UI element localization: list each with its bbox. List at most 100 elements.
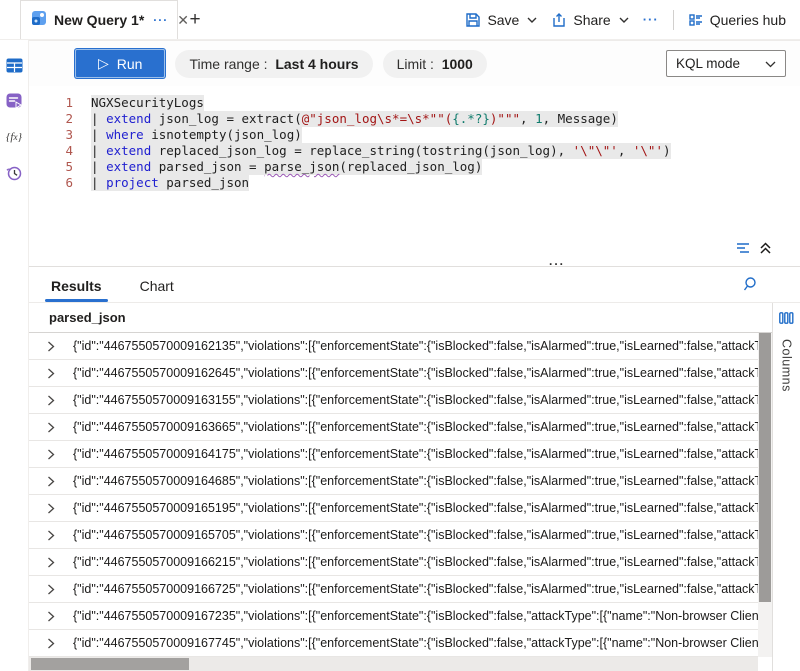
run-label: Run	[117, 56, 143, 72]
expand-row-icon[interactable]	[29, 557, 73, 568]
table-row[interactable]: {"id":"4467550570009167745","violations"…	[29, 630, 758, 657]
functions-icon[interactable]: {fx}	[5, 128, 23, 146]
code-line[interactable]: 3| where isnotempty(json_log)	[29, 127, 800, 143]
kql-editor[interactable]: 1NGXSecurityLogs2| extend json_log = ext…	[29, 86, 800, 239]
new-tab-button[interactable]: +	[178, 0, 212, 39]
expand-row-icon[interactable]	[29, 422, 73, 433]
query-toolbar: ▷ Run Time range : Last 4 hours Limit : …	[29, 40, 800, 86]
table-row[interactable]: {"id":"4467550570009166215","violations"…	[29, 549, 758, 576]
save-button[interactable]: Save	[465, 12, 537, 28]
collapse-editor-icon[interactable]	[759, 242, 772, 260]
expand-row-icon[interactable]	[29, 638, 73, 649]
tab-chart[interactable]: Chart	[138, 269, 176, 301]
columns-side-panel[interactable]: Columns	[772, 303, 800, 671]
parsed-json-cell: {"id":"4467550570009167235","violations"…	[73, 609, 758, 623]
expand-row-icon[interactable]	[29, 395, 73, 406]
line-number: 6	[29, 175, 91, 191]
expand-row-icon[interactable]	[29, 476, 73, 487]
parsed-json-cell: {"id":"4467550570009167745","violations"…	[73, 636, 758, 650]
queries-hub-label: Queries hub	[710, 12, 786, 28]
save-label: Save	[487, 12, 519, 28]
left-rail: {fx}	[0, 40, 28, 671]
expand-row-icon[interactable]	[29, 530, 73, 541]
code-line[interactable]: 1NGXSecurityLogs	[29, 95, 800, 111]
code-text: NGXSecurityLogs	[91, 95, 204, 111]
share-icon	[551, 12, 567, 28]
parsed-json-cell: {"id":"4467550570009166725","violations"…	[73, 582, 758, 596]
parsed-json-cell: {"id":"4467550570009162135","violations"…	[73, 339, 758, 353]
vertical-scrollbar-thumb[interactable]	[759, 333, 771, 602]
expand-row-icon[interactable]	[29, 449, 73, 460]
search-icon[interactable]	[743, 276, 760, 298]
parsed-json-cell: {"id":"4467550570009166215","violations"…	[73, 555, 758, 569]
expand-row-icon[interactable]	[29, 341, 73, 352]
expand-row-icon[interactable]	[29, 368, 73, 379]
tab-title: New Query 1*	[54, 12, 144, 28]
line-number: 5	[29, 159, 91, 175]
table-row[interactable]: {"id":"4467550570009162135","violations"…	[29, 333, 758, 360]
resize-handle[interactable]: ...	[549, 254, 565, 268]
parsed-json-cell: {"id":"4467550570009163665","violations"…	[73, 420, 758, 434]
queries-hub-button[interactable]: Queries hub	[688, 12, 786, 28]
code-line[interactable]: 2| extend json_log = extract(@"json_log\…	[29, 111, 800, 127]
columns-icon	[779, 311, 794, 329]
tab-more-icon[interactable]: ···	[153, 13, 168, 27]
run-button[interactable]: ▷ Run	[75, 49, 165, 78]
history-icon[interactable]	[5, 164, 23, 182]
line-number: 3	[29, 127, 91, 143]
vertical-scrollbar[interactable]	[758, 333, 772, 657]
play-icon: ▷	[98, 55, 109, 72]
horizontal-scrollbar-thumb[interactable]	[31, 658, 189, 670]
line-number: 2	[29, 111, 91, 127]
parsed-json-cell: {"id":"4467550570009163155","violations"…	[73, 393, 758, 407]
chevron-down-icon	[619, 17, 629, 23]
top-bar: New Query 1* ··· ✕ + Save	[0, 0, 800, 40]
tab-results[interactable]: Results	[49, 269, 104, 301]
divider	[673, 10, 674, 30]
table-row[interactable]: {"id":"4467550570009163155","violations"…	[29, 387, 758, 414]
expand-row-icon[interactable]	[29, 611, 73, 622]
queries-hub-icon	[688, 12, 704, 28]
table-row[interactable]: {"id":"4467550570009165705","violations"…	[29, 522, 758, 549]
result-rows: {"id":"4467550570009162135","violations"…	[29, 333, 758, 657]
time-range-pill[interactable]: Time range : Last 4 hours	[175, 50, 372, 78]
kql-mode-select[interactable]: KQL mode	[666, 50, 786, 77]
query-panel: ▷ Run Time range : Last 4 hours Limit : …	[28, 40, 800, 671]
table-row[interactable]: {"id":"4467550570009164685","violations"…	[29, 468, 758, 495]
limit-pill[interactable]: Limit : 1000	[383, 50, 487, 78]
results-panel: Results Chart parsed_json {"id":"4467550…	[29, 267, 800, 671]
parsed-json-cell: {"id":"4467550570009165705","violations"…	[73, 528, 758, 542]
app-window: New Query 1* ··· ✕ + Save	[0, 0, 800, 671]
columns-panel-label: Columns	[780, 339, 794, 392]
more-actions-button[interactable]: ···	[643, 12, 659, 27]
line-number: 1	[29, 95, 91, 111]
table-row[interactable]: {"id":"4467550570009167235","violations"…	[29, 603, 758, 630]
code-line[interactable]: 5| extend parsed_json = parse_json(repla…	[29, 159, 800, 175]
table-row[interactable]: {"id":"4467550570009165195","violations"…	[29, 495, 758, 522]
code-text: | project parsed_json	[91, 175, 249, 191]
horizontal-scrollbar[interactable]	[29, 657, 758, 671]
table-row[interactable]: {"id":"4467550570009164175","violations"…	[29, 441, 758, 468]
kusto-app-icon	[31, 10, 47, 31]
code-line[interactable]: 4| extend replaced_json_log = replace_st…	[29, 143, 800, 159]
top-actions: Save Share ···	[465, 0, 800, 39]
code-text: | where isnotempty(json_log)	[91, 127, 302, 143]
table-row[interactable]: {"id":"4467550570009162645","violations"…	[29, 360, 758, 387]
table-row[interactable]: {"id":"4467550570009163665","violations"…	[29, 414, 758, 441]
saved-scripts-icon[interactable]	[5, 92, 23, 110]
code-text: | extend replaced_json_log = replace_str…	[91, 143, 671, 159]
line-number: 4	[29, 143, 91, 159]
query-tab[interactable]: New Query 1* ··· ✕	[20, 0, 178, 39]
share-button[interactable]: Share	[551, 12, 628, 28]
chevron-down-icon	[765, 56, 776, 71]
code-text: | extend parsed_json = parse_json(replac…	[91, 159, 482, 175]
table-row[interactable]: {"id":"4467550570009166725","violations"…	[29, 576, 758, 603]
column-header-parsed-json[interactable]: parsed_json	[29, 303, 772, 333]
code-line[interactable]: 6| project parsed_json	[29, 175, 800, 191]
format-lines-icon[interactable]	[735, 241, 751, 260]
data-table-icon[interactable]	[5, 56, 23, 74]
expand-row-icon[interactable]	[29, 503, 73, 514]
save-icon	[465, 12, 481, 28]
results-grid: parsed_json {"id":"4467550570009162135",…	[29, 303, 800, 671]
expand-row-icon[interactable]	[29, 584, 73, 595]
